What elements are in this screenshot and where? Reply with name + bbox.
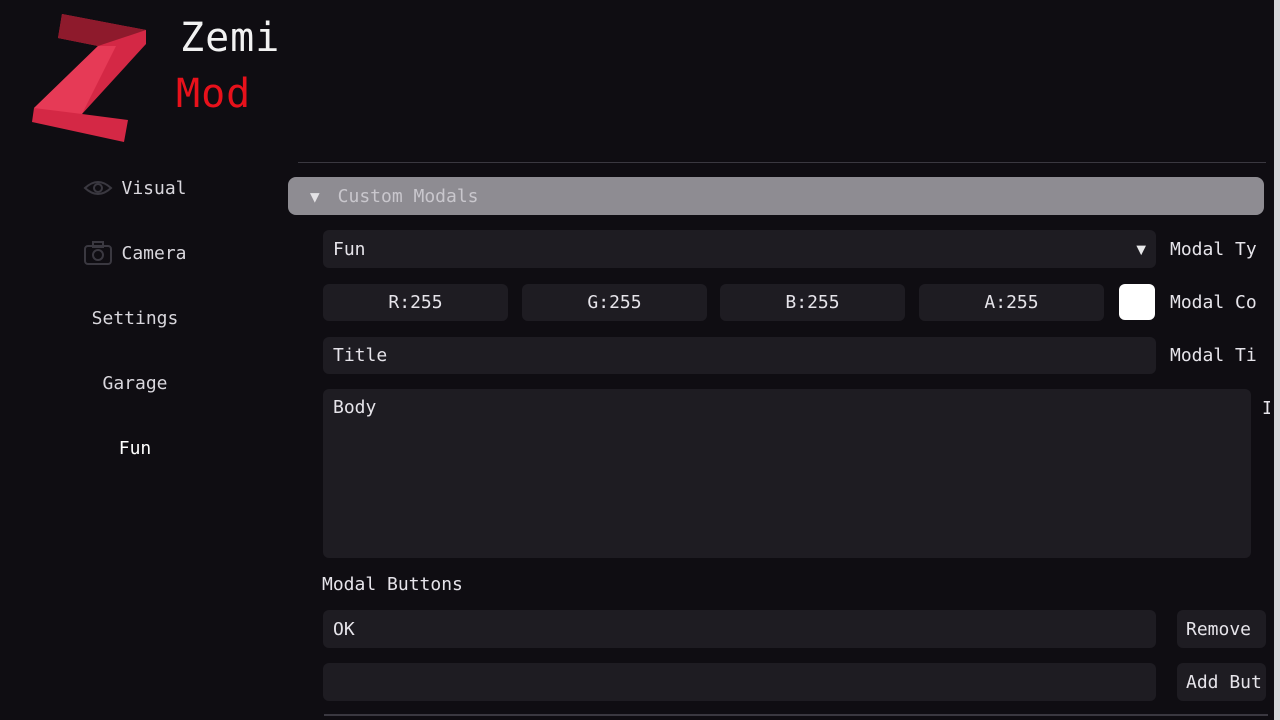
modal-body-label: I bbox=[1262, 398, 1270, 419]
camera-icon bbox=[83, 241, 113, 265]
sidebar-item-label: Camera bbox=[121, 242, 187, 264]
divider bbox=[298, 162, 1266, 163]
modal-title-label: Modal Ti bbox=[1170, 345, 1257, 366]
modal-buttons-title: Modal Buttons bbox=[322, 574, 463, 595]
new-button-input[interactable] bbox=[323, 663, 1156, 701]
brand-subtitle: Mod bbox=[176, 71, 252, 117]
collapse-triangle-icon: ▼ bbox=[310, 186, 320, 206]
sidebar-item-label: Fun bbox=[118, 437, 152, 459]
color-alpha-input[interactable]: A:255 bbox=[919, 284, 1104, 321]
modal-type-label: Modal Ty bbox=[1170, 239, 1257, 260]
add-button[interactable]: Add But bbox=[1177, 663, 1266, 701]
modal-type-value: Fun bbox=[333, 238, 366, 260]
section-header-label: Custom Modals bbox=[337, 185, 479, 207]
sidebar-item-fun[interactable]: Fun bbox=[0, 428, 270, 468]
sidebar-item-label: Garage bbox=[102, 372, 168, 394]
sidebar-item-garage[interactable]: Garage bbox=[0, 363, 270, 403]
color-swatch[interactable] bbox=[1119, 284, 1155, 320]
brand-name: Zemi bbox=[180, 15, 281, 61]
custom-modals-header[interactable]: ▼ Custom Modals bbox=[288, 177, 1264, 215]
remove-button[interactable]: Remove bbox=[1177, 610, 1266, 648]
app-window: Zemi Mod Visual Camera Settings Garage F… bbox=[0, 0, 1280, 720]
eye-icon bbox=[83, 176, 113, 200]
color-green-input[interactable]: G:255 bbox=[522, 284, 707, 321]
sidebar-item-label: Settings bbox=[91, 307, 179, 329]
dropdown-arrow-icon: ▼ bbox=[1136, 239, 1146, 259]
modal-type-dropdown[interactable]: Fun ▼ bbox=[323, 230, 1156, 268]
window-edge bbox=[1274, 0, 1280, 720]
sidebar-item-camera[interactable]: Camera bbox=[0, 233, 270, 273]
color-blue-input[interactable]: B:255 bbox=[720, 284, 905, 321]
modal-body-textarea[interactable]: Body bbox=[323, 389, 1251, 558]
sidebar-item-settings[interactable]: Settings bbox=[0, 298, 270, 338]
button-label-input[interactable]: OK bbox=[323, 610, 1156, 648]
zemi-logo bbox=[32, 14, 146, 142]
modal-color-label: Modal Co bbox=[1170, 292, 1257, 313]
color-red-input[interactable]: R:255 bbox=[323, 284, 508, 321]
modal-title-input[interactable]: Title bbox=[323, 337, 1156, 374]
sidebar-item-visual[interactable]: Visual bbox=[0, 168, 270, 208]
sidebar-item-label: Visual bbox=[121, 177, 187, 199]
divider bbox=[324, 714, 1268, 716]
